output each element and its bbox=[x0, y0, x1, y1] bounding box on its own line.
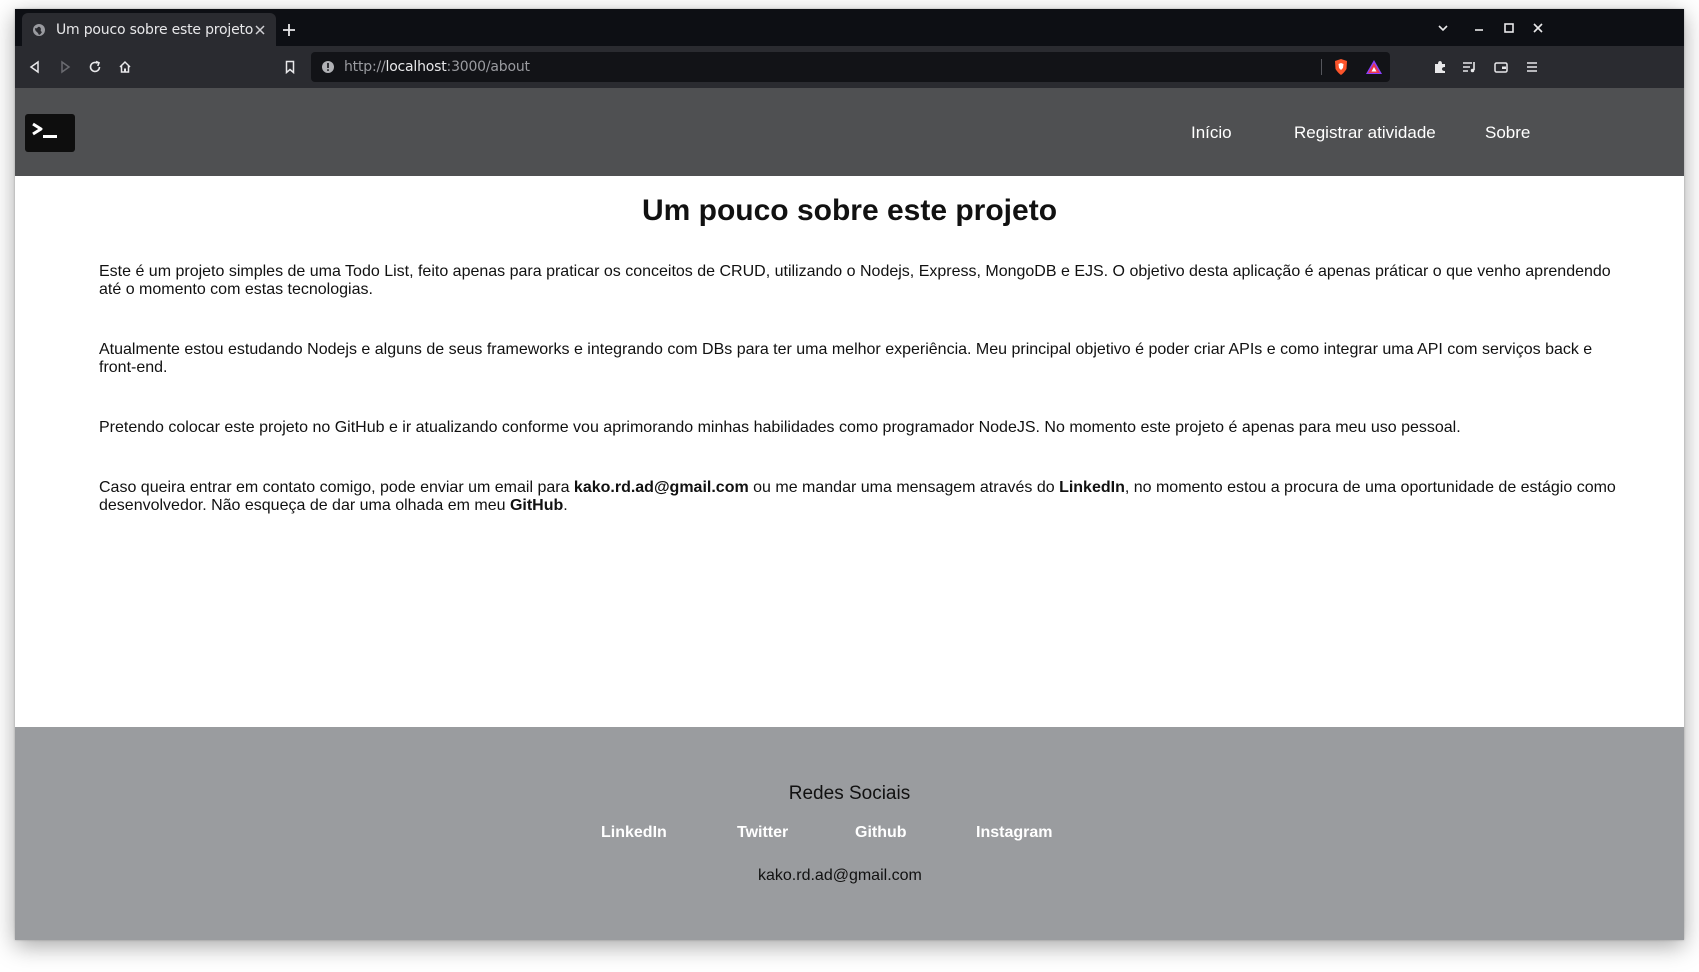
browser-toolbar: http://localhost:3000/about bbox=[15, 46, 1684, 88]
minimize-icon[interactable] bbox=[1470, 19, 1488, 37]
paragraph-studies: Atualmente estou estudando Nodejs e algu… bbox=[99, 341, 1593, 376]
footer-link-linkedin[interactable]: LinkedIn bbox=[601, 824, 667, 842]
url-separator bbox=[1321, 59, 1322, 75]
nav-link-sobre[interactable]: Sobre bbox=[1485, 123, 1530, 143]
footer-link-github[interactable]: Github bbox=[855, 824, 907, 842]
paragraph-intro: Este é um projeto simples de uma Todo Li… bbox=[99, 263, 1611, 298]
web-page: Início Registrar atividade Sobre Um pouc… bbox=[15, 88, 1684, 940]
main-content: Um pouco sobre este projeto Este é um pr… bbox=[15, 176, 1684, 727]
reload-icon[interactable] bbox=[86, 58, 104, 76]
contact-linkedin: LinkedIn bbox=[1059, 479, 1125, 496]
nav-link-inicio[interactable]: Início bbox=[1191, 123, 1232, 143]
reading-list-icon[interactable] bbox=[1460, 58, 1478, 76]
extensions-icon[interactable] bbox=[1431, 58, 1449, 76]
menu-icon[interactable] bbox=[1523, 58, 1541, 76]
paragraph-contact: Caso queira entrar em contato comigo, po… bbox=[99, 479, 1619, 515]
tab-list-chevron-icon[interactable] bbox=[1434, 19, 1452, 37]
site-info-icon[interactable] bbox=[321, 60, 335, 74]
contact-github: GitHub bbox=[509, 497, 564, 514]
footer-link-twitter[interactable]: Twitter bbox=[737, 824, 788, 842]
address-bar[interactable]: http://localhost:3000/about bbox=[311, 52, 1390, 82]
page-title: Um pouco sobre este projeto bbox=[641, 194, 1058, 227]
close-window-icon[interactable] bbox=[1529, 19, 1547, 37]
maximize-icon[interactable] bbox=[1500, 19, 1518, 37]
brave-rewards-icon[interactable] bbox=[1365, 58, 1383, 76]
paragraph-github-plan: Pretendo colocar este projeto no GitHub … bbox=[99, 419, 1461, 436]
contact-text-2: ou me mandar uma mensagem através do bbox=[748, 479, 1060, 496]
contact-text-1: Caso queira entrar em contato comigo, po… bbox=[99, 479, 574, 496]
tab-strip: Um pouco sobre este projeto bbox=[15, 9, 1684, 46]
footer-title: Redes Sociais bbox=[788, 783, 911, 804]
globe-icon bbox=[32, 23, 46, 37]
close-tab-icon[interactable] bbox=[253, 22, 266, 38]
browser-tab[interactable]: Um pouco sobre este projeto bbox=[22, 13, 276, 46]
nav-link-registrar-atividade[interactable]: Registrar atividade bbox=[1294, 123, 1436, 143]
forward-icon[interactable] bbox=[56, 58, 74, 76]
home-icon[interactable] bbox=[116, 58, 134, 76]
footer-email: kako.rd.ad@gmail.com bbox=[758, 867, 922, 884]
tab-title: Um pouco sobre este projeto bbox=[56, 21, 254, 38]
terminal-prompt-icon[interactable] bbox=[25, 114, 75, 152]
url-text[interactable]: http://localhost:3000/about bbox=[344, 59, 530, 75]
site-footer: Redes Sociais LinkedIn Twitter Github In… bbox=[15, 727, 1684, 940]
brave-shields-icon[interactable] bbox=[1332, 58, 1350, 76]
back-icon[interactable] bbox=[26, 58, 44, 76]
contact-email: kako.rd.ad@gmail.com bbox=[573, 479, 749, 496]
browser-window: Um pouco sobre este projeto http://local… bbox=[15, 9, 1684, 940]
new-tab-button[interactable] bbox=[280, 21, 298, 39]
footer-link-instagram[interactable]: Instagram bbox=[976, 824, 1052, 842]
site-navbar: Início Registrar atividade Sobre bbox=[15, 88, 1684, 176]
bookmark-icon[interactable] bbox=[281, 58, 299, 76]
wallet-icon[interactable] bbox=[1492, 58, 1510, 76]
contact-text-4: . bbox=[563, 497, 568, 514]
